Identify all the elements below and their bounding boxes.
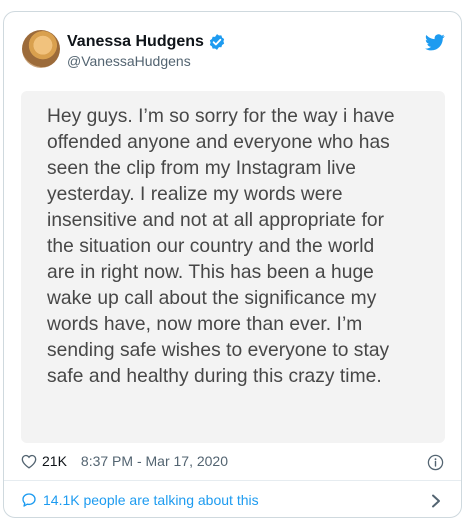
note-line: are in right now. This has been a huge [47, 262, 374, 283]
info-icon[interactable] [427, 454, 444, 471]
conversation-count: 14.1K people are talking about this [43, 492, 259, 508]
twitter-bird-icon[interactable] [425, 34, 445, 51]
speech-bubble-icon [22, 493, 36, 507]
note-line: sending safe wishes to everyone to stay [47, 340, 390, 361]
notes-screenshot: Hey guys. I’m so sorry for the way i hav… [21, 91, 445, 443]
apology-text: Hey guys. I’m so sorry for the way i hav… [47, 104, 425, 390]
like-count[interactable]: 21K [42, 453, 67, 469]
tweet-meta: 21K 8:37 PM - Mar 17, 2020 [21, 453, 228, 469]
note-line: safe and healthy during this crazy time. [47, 366, 382, 387]
tweet-card: Vanessa Hudgens @VanessaHudgens Hey guys… [3, 11, 462, 518]
note-line: yesterday. I realize my words were [47, 184, 343, 205]
author-name[interactable]: Vanessa Hudgens [67, 33, 204, 51]
note-line: Hey guys. I’m so sorry for the way i hav… [47, 106, 395, 127]
conversation-link[interactable]: 14.1K people are talking about this [21, 492, 259, 508]
note-line: offended anyone and everyone who has [47, 132, 390, 153]
note-line: insensitive and not at all appropriate f… [47, 210, 385, 231]
author-row: Vanessa Hudgens [67, 33, 226, 51]
note-line: words have, now more than ever. I’m [47, 314, 363, 335]
verified-badge-icon [209, 34, 225, 50]
note-line: the situation our country and the world [47, 236, 375, 257]
avatar[interactable] [22, 30, 60, 68]
tweet-timestamp[interactable]: 8:37 PM - Mar 17, 2020 [81, 453, 228, 469]
chevron-right-icon[interactable] [431, 494, 441, 508]
divider [4, 480, 461, 481]
heart-icon[interactable] [21, 454, 37, 469]
note-line: seen the clip from my Instagram live [47, 158, 356, 179]
author-handle[interactable]: @VanessaHudgens [67, 53, 191, 69]
note-line: wake up call about the significance my [47, 288, 377, 309]
